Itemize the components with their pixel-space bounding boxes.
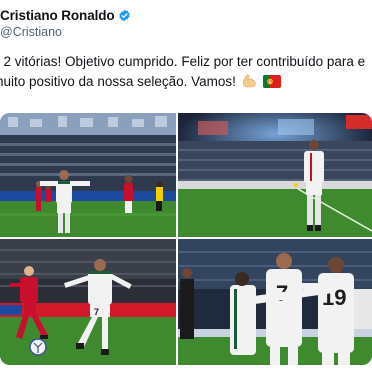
- photo-1-celebration[interactable]: [0, 113, 176, 237]
- photo-4-team-celebration[interactable]: 7 19: [178, 239, 372, 365]
- photo-2-celebrating-crowd[interactable]: [178, 113, 372, 237]
- author-name[interactable]: Cristiano Ronaldo: [0, 8, 115, 23]
- author-handle[interactable]: @Cristiano: [0, 25, 62, 39]
- flexed-biceps-icon: [242, 73, 258, 94]
- tweet-text-line-2-content: nuito positivo da nossa seleção. Vamos!: [0, 74, 236, 89]
- author-row[interactable]: Cristiano Ronaldo: [0, 8, 131, 23]
- photo-3-match-action[interactable]: 7: [0, 239, 176, 365]
- verified-badge-icon: [118, 9, 131, 22]
- tweet-text-line-1: , 2 vitórias! Objetivo cumprido. Feliz p…: [0, 54, 366, 69]
- tweet-media-grid: 7 19: [0, 113, 372, 365]
- tweet-text: , 2 vitórias! Objetivo cumprido. Feliz p…: [0, 52, 372, 94]
- portugal-flag-icon: [263, 74, 282, 94]
- tweet-header: Cristiano Ronaldo @Cristiano: [0, 0, 372, 44]
- tweet-text-line-2: nuito positivo da nossa seleção. Vamos!: [0, 72, 372, 94]
- photo-3-jersey-number: 7: [94, 307, 99, 317]
